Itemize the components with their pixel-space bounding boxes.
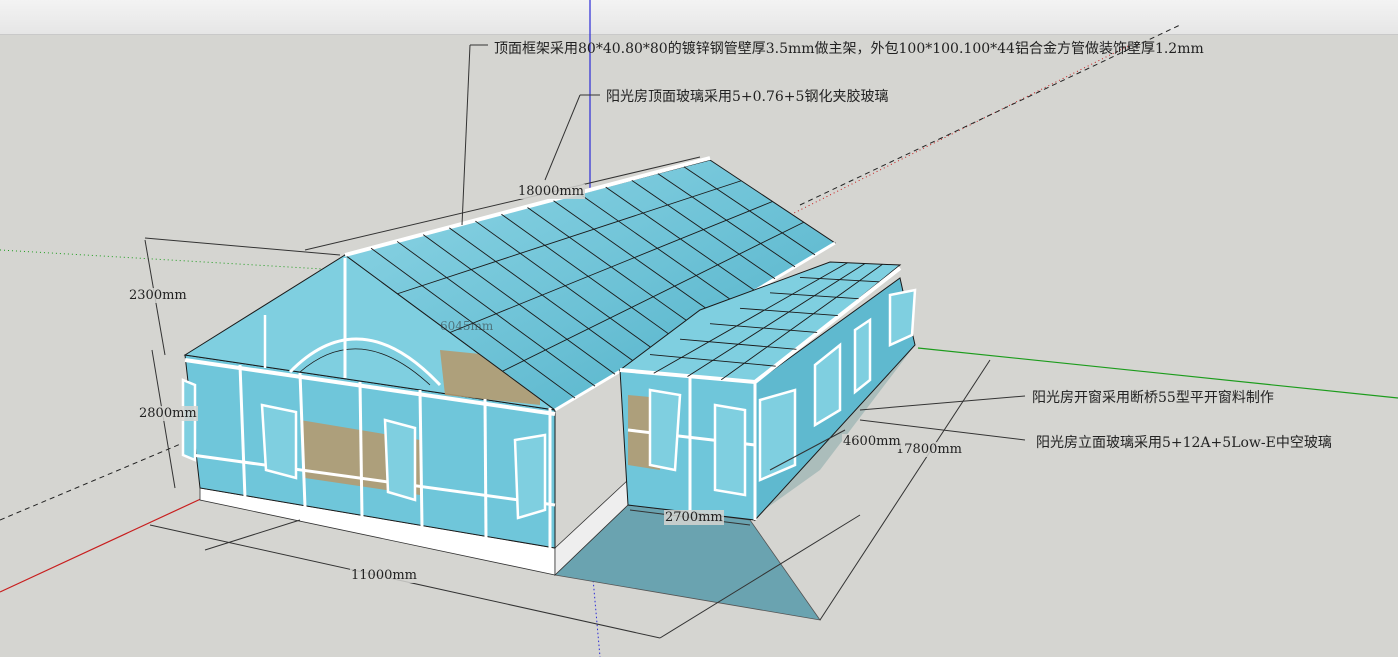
sketchup-viewport[interactable]: 6045mm 顶面框架采用80*40.80*80的镀锌钢管壁厚3.5mm做主架，… (0, 0, 1398, 657)
window-annotation: 阳光房开窗采用断桥55型平开窗料制作 (1032, 390, 1274, 406)
roof-length-dimension: 18000mm (517, 184, 586, 199)
roof-glass-annotation: 阳光房顶面玻璃采用5+0.76+5钢化夹胶玻璃 (606, 89, 889, 105)
wing-depth-dimension: 2700mm (664, 510, 724, 525)
red-axis-dotted (779, 44, 1131, 221)
red-axis (0, 496, 206, 593)
facade-glass-annotation: 阳光房立面玻璃采用5+12A+5Low-E中空玻璃 (1036, 435, 1332, 451)
roof-frame-annotation: 顶面框架采用80*40.80*80的镀锌钢管壁厚3.5mm做主架，外包100*1… (494, 41, 1204, 57)
ridge-height-dimension: 2300mm (128, 288, 188, 303)
wing-width-dimension: 4600mm (842, 434, 902, 449)
wall-height-dimension: 2800mm (138, 406, 198, 421)
gable-width-dimension: 11000mm (350, 568, 419, 583)
green-axis-dotted (0, 249, 341, 271)
inner-dimension-label: 6045mm (440, 319, 494, 333)
side-depth-dimension: 17800mm (895, 442, 964, 457)
